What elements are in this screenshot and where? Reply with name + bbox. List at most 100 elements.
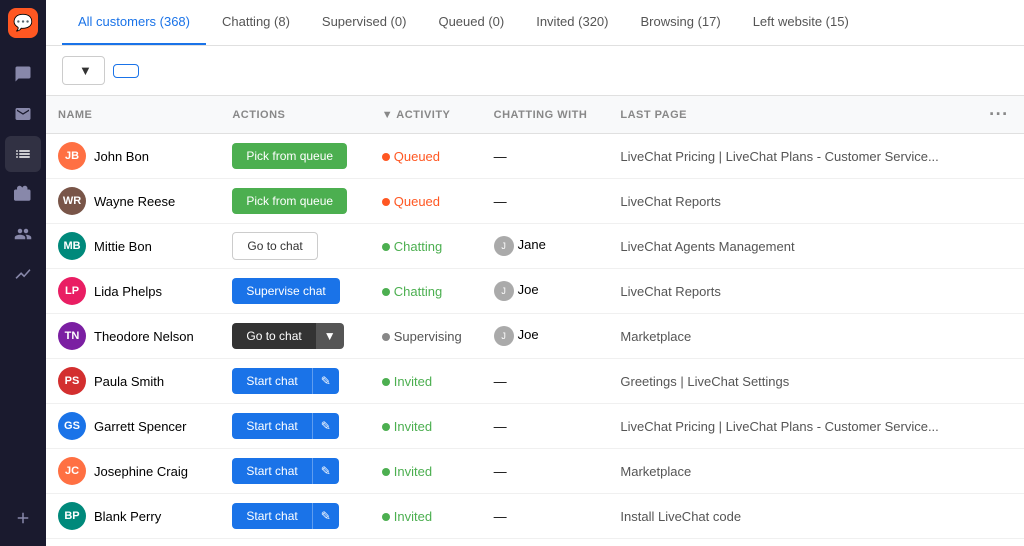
activity-cell: Invited [370, 404, 482, 449]
avatar: JC [58, 457, 86, 485]
pick-from-queue-button[interactable]: Pick from queue [232, 143, 347, 169]
action-expand-button[interactable]: ▼ [316, 323, 344, 349]
customer-name: JC Josephine Craig [58, 457, 208, 485]
status-badge: Queued [382, 149, 440, 164]
status-badge: Chatting [382, 284, 442, 299]
chatting-with-cell: — [482, 449, 609, 494]
last-page-cell: LiveChat Reports [608, 179, 977, 224]
col-last-page: LAST PAGE [608, 96, 977, 134]
avatar: WR [58, 187, 86, 215]
customers-table: NAME ACTIONS ▼ ACTIVITY CHATTING WITH LA… [46, 96, 1024, 546]
pick-from-queue-button[interactable]: Pick from queue [232, 188, 347, 214]
customer-name-text: Lida Phelps [94, 284, 162, 299]
match-all-filters-button[interactable]: ▼ [62, 56, 105, 85]
table-row: GS Garrett Spencer Start chat ✎ Invited —… [46, 404, 1024, 449]
row-actions-cell [977, 314, 1024, 359]
avatar: MB [58, 232, 86, 260]
chatting-with-cell: JJoe [482, 269, 609, 314]
status-dot [382, 153, 390, 161]
sidebar-item-agents[interactable] [5, 216, 41, 252]
start-chat-button[interactable]: Start chat [232, 458, 311, 484]
customer-name: PS Paula Smith [58, 367, 208, 395]
agent-info: JJane [494, 237, 546, 252]
status-badge: Supervising [382, 329, 462, 344]
sidebar-item-archives[interactable] [5, 176, 41, 212]
last-page-cell: LiveChat Pricing | LiveChat Plans - Cust… [608, 539, 977, 546]
tab-all-customers[interactable]: All customers (368) [62, 0, 206, 45]
status-badge: Invited [382, 419, 432, 434]
avatar: GS [58, 412, 86, 440]
customer-name-cell: TN Theodore Nelson [46, 314, 220, 359]
status-badge: Invited [382, 374, 432, 389]
app-logo[interactable]: 💬 [8, 8, 38, 38]
sidebar-item-customers[interactable] [5, 136, 41, 172]
row-actions-cell [977, 269, 1024, 314]
action-cell: Pick from queue [220, 179, 369, 224]
table-row: WR Wayne Reese Pick from queueQueued—Liv… [46, 179, 1024, 224]
action-cell: Start chat ✎ [220, 539, 369, 546]
status-dot [382, 513, 390, 521]
no-agent: — [494, 509, 507, 524]
last-page-cell: LiveChat Reports [608, 269, 977, 314]
avatar: BP [58, 502, 86, 530]
customer-name-text: Theodore Nelson [94, 329, 194, 344]
no-agent: — [494, 419, 507, 434]
activity-cell: Invited [370, 449, 482, 494]
action-cell: Start chat ✎ [220, 404, 369, 449]
customer-name: WR Wayne Reese [58, 187, 208, 215]
last-page-text: Greetings | LiveChat Settings [620, 374, 789, 389]
table-header-row: NAME ACTIONS ▼ ACTIVITY CHATTING WITH LA… [46, 96, 1024, 134]
status-badge: Invited [382, 464, 432, 479]
sidebar-item-chat[interactable] [5, 56, 41, 92]
sidebar-item-message[interactable] [5, 96, 41, 132]
action-edit-button[interactable]: ✎ [312, 368, 339, 394]
row-actions-cell [977, 179, 1024, 224]
sidebar-item-reports[interactable] [5, 256, 41, 292]
avatar: JB [58, 142, 86, 170]
action-edit-button[interactable]: ✎ [312, 503, 339, 529]
start-chat-button[interactable]: Start chat [232, 368, 311, 394]
customer-name-cell: MH Mattie Holt [46, 539, 220, 546]
status-dot [382, 243, 390, 251]
status-badge: Invited [382, 509, 432, 524]
tab-invited[interactable]: Invited (320) [520, 0, 624, 45]
start-chat-button[interactable]: Start chat [232, 503, 311, 529]
tab-browsing[interactable]: Browsing (17) [624, 0, 736, 45]
chatting-with-cell: — [482, 359, 609, 404]
col-more: ··· [977, 96, 1024, 134]
tab-left-website[interactable]: Left website (15) [737, 0, 865, 45]
action-edit-button[interactable]: ✎ [312, 413, 339, 439]
start-chat-button[interactable]: Start chat [232, 413, 311, 439]
go-to-chat-button[interactable]: Go to chat [232, 232, 317, 260]
col-chatting-with: CHATTING WITH [482, 96, 609, 134]
action-edit-button[interactable]: ✎ [312, 458, 339, 484]
more-options-icon[interactable]: ··· [989, 104, 1008, 124]
last-page-cell: LiveChat Pricing | LiveChat Plans - Cust… [608, 404, 977, 449]
chatting-with-cell: — [482, 539, 609, 546]
supervise-chat-button[interactable]: Supervise chat [232, 278, 339, 304]
last-page-text: Marketplace [620, 329, 691, 344]
customer-name-cell: GS Garrett Spencer [46, 404, 220, 449]
chevron-down-icon: ▼ [79, 63, 92, 78]
action-cell: Supervise chat [220, 269, 369, 314]
activity-cell: Invited [370, 539, 482, 546]
table-row: JB John Bon Pick from queueQueued—LiveCh… [46, 134, 1024, 179]
customer-name-text: Blank Perry [94, 509, 161, 524]
tab-chatting[interactable]: Chatting (8) [206, 0, 306, 45]
last-page-text: LiveChat Pricing | LiveChat Plans - Cust… [620, 419, 938, 434]
row-actions-cell [977, 359, 1024, 404]
avatar: TN [58, 322, 86, 350]
agent-avatar: J [494, 326, 514, 346]
filter-bar: ▼ [46, 46, 1024, 96]
no-agent: — [494, 194, 507, 209]
customer-name-cell: BP Blank Perry [46, 494, 220, 539]
table-row: TN Theodore Nelson Go to chat ▼ Supervis… [46, 314, 1024, 359]
last-page-text: LiveChat Reports [620, 284, 720, 299]
sidebar-item-add[interactable] [5, 500, 41, 536]
add-filter-button[interactable] [113, 64, 139, 78]
last-page-cell: LiveChat Pricing | LiveChat Plans - Cust… [608, 134, 977, 179]
go-to-chat-button[interactable]: Go to chat [232, 323, 315, 349]
activity-cell: Chatting [370, 269, 482, 314]
tab-supervised[interactable]: Supervised (0) [306, 0, 423, 45]
tab-queued[interactable]: Queued (0) [422, 0, 520, 45]
